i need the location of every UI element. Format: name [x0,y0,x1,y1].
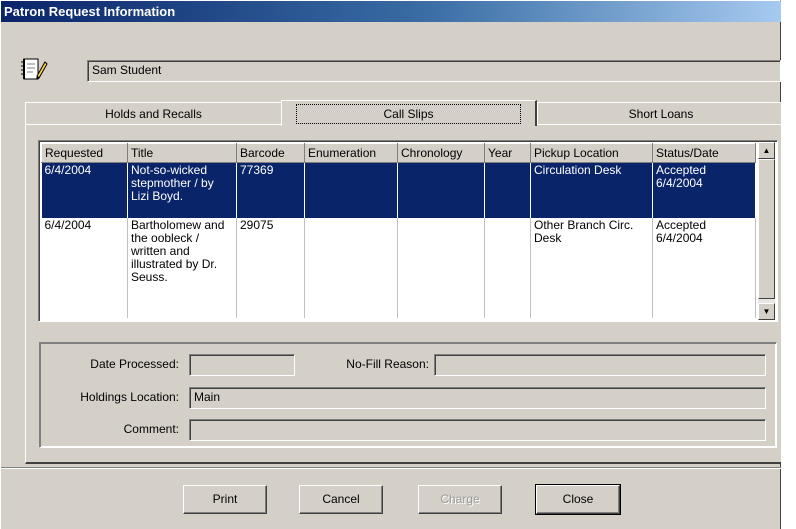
grid-header-row: Requested Title Barcode Enumeration Chro… [41,143,756,163]
call-slips-grid[interactable]: Requested Title Barcode Enumeration Chro… [38,140,778,322]
cell-enumeration [304,162,398,218]
tab-label: Holds and Recalls [105,107,202,121]
col-header-title[interactable]: Title [127,143,237,163]
col-header-enumeration[interactable]: Enumeration [304,143,398,163]
arrow-up-icon[interactable]: ▲ [758,142,775,159]
print-button[interactable]: Print [183,485,267,514]
cell-barcode: 29075 [236,217,305,318]
holdings-location-label: Holdings Location: [80,390,179,404]
nofill-reason-label: No-Fill Reason: [346,357,429,371]
patron-request-window: Patron Request Information Sam Student H… [0,0,786,529]
cell-chronology [397,162,485,218]
col-header-requested[interactable]: Requested [41,143,128,163]
tab-label: Short Loans [628,107,694,121]
charge-button-label: Charge [440,492,480,506]
cancel-button-label: Cancel [322,492,360,506]
cell-pickup-location: Other Branch Circ. Desk [530,217,653,318]
scrollbar-thumb[interactable] [758,159,775,299]
cell-year [484,217,531,318]
patron-name-value: Sam Student [92,63,162,77]
holdings-location-field[interactable]: Main [189,387,766,409]
cell-chronology [397,217,485,318]
cell-enumeration [304,217,398,318]
patron-notebook-pencil-icon [21,58,48,80]
col-header-status-date[interactable]: Status/Date [652,143,756,163]
call-slips-table: Requested Title Barcode Enumeration Chro… [41,143,756,318]
window-title: Patron Request Information [1,1,781,22]
patron-name-field[interactable]: Sam Student [87,60,781,82]
tab-label: Call Slips [296,104,521,124]
cell-status-date: Accepted 6/4/2004 [652,162,756,218]
col-header-year[interactable]: Year [484,143,531,163]
holdings-location-value: Main [194,390,221,404]
table-row[interactable]: 6/4/2004 Not-so-wicked stepmother / by L… [41,162,756,218]
cell-barcode: 77369 [236,162,305,218]
tab-holds-and-recalls[interactable]: Holds and Recalls [25,102,283,125]
cell-year [484,162,531,218]
close-button-label: Close [562,492,594,506]
close-button[interactable]: Close [535,484,621,515]
grid-vertical-scrollbar[interactable]: ▲ ▼ [758,142,775,320]
col-header-barcode[interactable]: Barcode [236,143,305,163]
cell-title: Bartholomew and the oobleck / written an… [127,217,237,318]
tab-short-loans[interactable]: Short Loans [537,102,786,125]
button-separator [1,467,781,469]
charge-button[interactable]: Charge [418,485,502,514]
date-processed-field[interactable] [189,354,295,376]
comment-field[interactable] [189,419,766,441]
cell-title: Not-so-wicked stepmother / by Lizi Boyd. [127,162,237,218]
cell-status-date: Accepted 6/4/2004 [652,217,756,318]
cancel-button[interactable]: Cancel [299,485,383,514]
cell-requested: 6/4/2004 [41,217,128,318]
nofill-reason-field[interactable] [434,354,766,376]
col-header-chronology[interactable]: Chronology [397,143,485,163]
cell-pickup-location: Circulation Desk [530,162,653,218]
date-processed-label: Date Processed: [90,357,179,371]
cell-requested: 6/4/2004 [41,162,128,218]
comment-label: Comment: [123,422,179,436]
table-row[interactable]: 6/4/2004 Bartholomew and the oobleck / w… [41,217,756,318]
col-header-pickup-location[interactable]: Pickup Location [530,143,653,163]
arrow-down-icon[interactable]: ▼ [758,303,775,320]
background-area [781,0,796,529]
print-button-label: Print [212,492,238,506]
tab-call-slips[interactable]: Call Slips [281,100,537,126]
